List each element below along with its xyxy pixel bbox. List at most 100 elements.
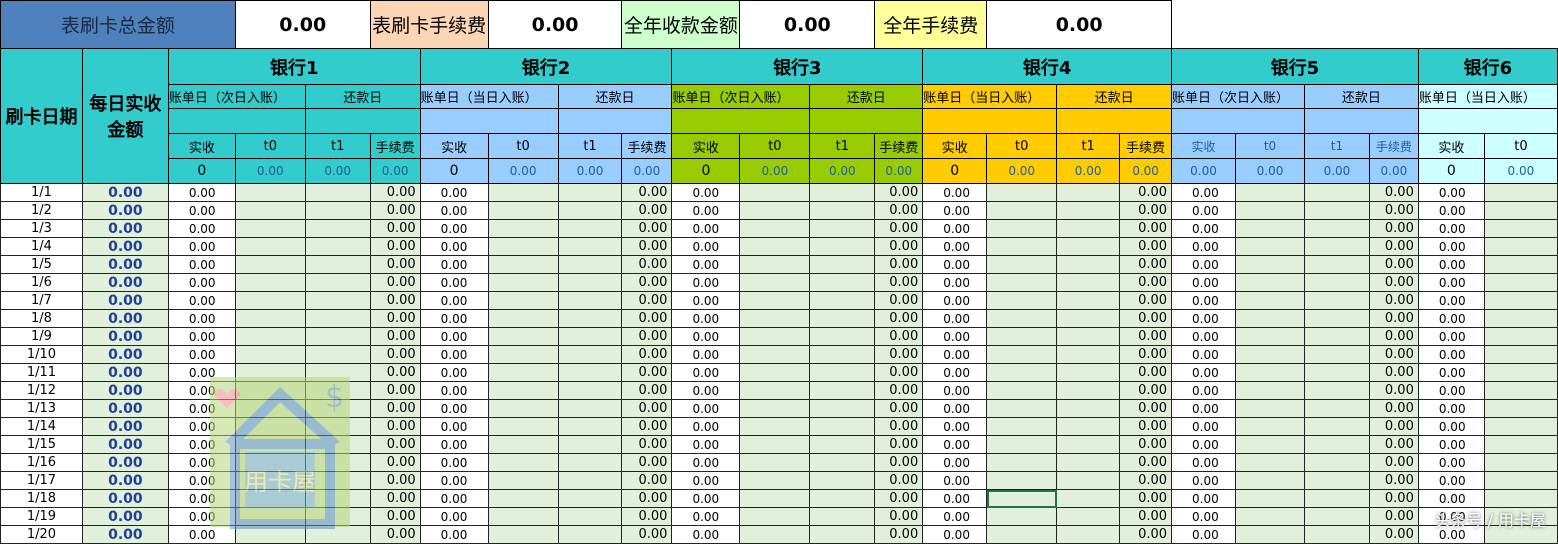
summary-label[interactable]: 表刷卡总金额 (0, 0, 236, 49)
fee-cell[interactable]: 0.00 (1119, 435, 1173, 454)
fee-cell[interactable]: 0.00 (1368, 255, 1419, 274)
daily-amount-cell[interactable]: 0.00 (81, 453, 169, 472)
column-total[interactable]: 0.00 (369, 158, 421, 184)
received-cell[interactable]: 0.00 (922, 309, 988, 328)
received-cell[interactable]: 0.00 (1417, 183, 1485, 202)
received-cell[interactable]: 0.00 (1171, 381, 1237, 400)
t0-cell[interactable] (234, 525, 306, 544)
t0-cell[interactable] (487, 507, 559, 526)
received-cell[interactable]: 0.00 (1171, 291, 1237, 310)
column-header[interactable]: t1 (1304, 133, 1370, 159)
fee-cell[interactable]: 0.00 (1119, 291, 1173, 310)
date-cell[interactable]: 1/3 (0, 219, 83, 238)
t0-cell[interactable] (739, 471, 811, 490)
fee-cell[interactable]: 0.00 (1119, 201, 1173, 220)
header-date[interactable]: 刷卡日期 (0, 48, 83, 184)
t1-cell[interactable] (1056, 237, 1121, 256)
daily-amount-cell[interactable]: 0.00 (81, 363, 169, 382)
t0-cell[interactable] (986, 417, 1058, 436)
column-total[interactable]: 0.00 (986, 158, 1058, 184)
column-header[interactable]: t0 (986, 133, 1058, 159)
received-cell[interactable]: 0.00 (1171, 399, 1237, 418)
date-cell[interactable]: 1/12 (0, 381, 83, 400)
received-cell[interactable]: 0.00 (419, 201, 489, 220)
column-total[interactable]: 0.00 (874, 158, 924, 184)
bill-day-input[interactable] (419, 108, 559, 134)
t0-cell[interactable] (487, 381, 559, 400)
t0-cell[interactable] (739, 453, 811, 472)
daily-amount-cell[interactable]: 0.00 (81, 417, 169, 436)
received-cell[interactable]: 0.00 (1417, 399, 1485, 418)
received-cell[interactable]: 0.00 (1171, 471, 1237, 490)
received-cell[interactable]: 0.00 (671, 255, 741, 274)
t1-cell[interactable] (557, 183, 623, 202)
summary-value[interactable]: 0.00 (487, 0, 623, 49)
t0-cell[interactable] (986, 309, 1058, 328)
t0-cell[interactable] (234, 363, 306, 382)
received-cell[interactable]: 0.00 (167, 291, 236, 310)
date-cell[interactable]: 1/5 (0, 255, 83, 274)
t1-cell[interactable] (557, 201, 623, 220)
fee-cell[interactable]: 0.00 (874, 399, 924, 418)
column-header[interactable]: t0 (234, 133, 306, 159)
received-cell[interactable]: 0.00 (922, 345, 988, 364)
t0-cell[interactable] (739, 525, 811, 544)
bank-title[interactable]: 银行5 (1171, 48, 1419, 85)
date-cell[interactable]: 1/9 (0, 327, 83, 346)
t1-cell[interactable] (1056, 273, 1121, 292)
received-cell[interactable]: 0.00 (419, 417, 489, 436)
bill-day-label[interactable]: 账单日（次日入账） (671, 84, 811, 109)
t1-cell[interactable] (304, 255, 371, 274)
t0-cell[interactable] (234, 183, 306, 202)
column-header[interactable]: t1 (1056, 133, 1121, 159)
received-cell[interactable]: 0.00 (419, 309, 489, 328)
t0-cell[interactable] (1235, 201, 1305, 220)
repay-day-label[interactable]: 还款日 (1056, 84, 1173, 109)
received-cell[interactable]: 0.00 (167, 255, 236, 274)
fee-cell[interactable]: 0.00 (1119, 507, 1173, 526)
t0-cell[interactable] (487, 219, 559, 238)
t1-cell[interactable] (304, 363, 371, 382)
t1-cell[interactable] (1304, 525, 1370, 544)
fee-cell[interactable]: 0.00 (1368, 399, 1419, 418)
column-header[interactable]: 手续费 (874, 133, 924, 159)
received-cell[interactable]: 0.00 (922, 327, 988, 346)
column-header[interactable]: 手续费 (621, 133, 673, 159)
received-cell[interactable]: 0.00 (419, 489, 489, 508)
fee-cell[interactable]: 0.00 (1368, 201, 1419, 220)
daily-amount-cell[interactable]: 0.00 (81, 237, 169, 256)
bill-day-label[interactable]: 账单日（次日入账） (1171, 84, 1305, 109)
t1-cell[interactable] (557, 435, 623, 454)
t0-cell[interactable] (487, 183, 559, 202)
date-cell[interactable]: 1/10 (0, 345, 83, 364)
t1-cell[interactable] (809, 255, 876, 274)
t0-cell[interactable] (1235, 237, 1305, 256)
received-cell[interactable]: 0.00 (671, 183, 741, 202)
repay-day-input[interactable] (557, 108, 673, 134)
t0-cell[interactable] (739, 399, 811, 418)
column-total[interactable]: 0.00 (1483, 158, 1558, 184)
t1-cell[interactable] (809, 525, 876, 544)
t0-cell[interactable] (1235, 183, 1305, 202)
fee-cell[interactable]: 0.00 (369, 363, 421, 382)
fee-cell[interactable]: 0.00 (1119, 453, 1173, 472)
received-cell[interactable]: 0.00 (922, 183, 988, 202)
t1-cell[interactable] (304, 525, 371, 544)
t0-cell[interactable] (1483, 273, 1558, 292)
t1-cell[interactable] (1304, 327, 1370, 346)
daily-amount-cell[interactable]: 0.00 (81, 201, 169, 220)
column-total[interactable]: 0.00 (304, 158, 371, 184)
received-cell[interactable]: 0.00 (419, 507, 489, 526)
t1-cell[interactable] (809, 237, 876, 256)
t1-cell[interactable] (1304, 183, 1370, 202)
bill-day-input[interactable] (1171, 108, 1305, 134)
fee-cell[interactable]: 0.00 (621, 345, 673, 364)
fee-cell[interactable]: 0.00 (621, 363, 673, 382)
column-total[interactable]: 0.00 (487, 158, 559, 184)
t0-cell[interactable] (739, 309, 811, 328)
fee-cell[interactable]: 0.00 (874, 219, 924, 238)
t0-cell[interactable] (1235, 507, 1305, 526)
t0-cell[interactable] (487, 435, 559, 454)
t1-cell[interactable] (557, 273, 623, 292)
date-cell[interactable]: 1/15 (0, 435, 83, 454)
